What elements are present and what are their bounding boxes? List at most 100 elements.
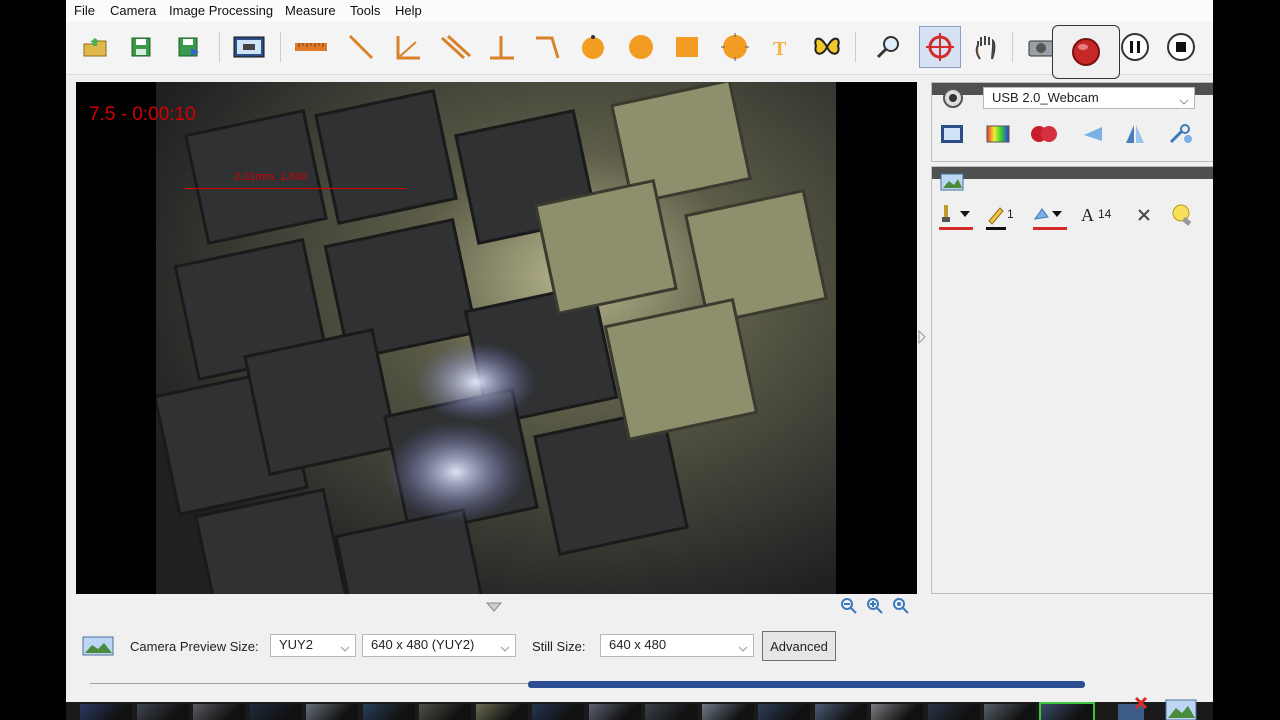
hand-pan-icon[interactable] [967,28,1005,66]
line-measure-icon[interactable] [342,28,380,66]
toolbar-separator [280,32,281,62]
thumbnail-image[interactable] [645,704,697,720]
picture-icon [940,173,964,196]
thumbnail-image[interactable] [419,704,471,720]
thumbnail-image[interactable] [701,704,754,720]
zoom-out-icon[interactable] [840,597,858,620]
toolbar-separator [1012,32,1013,62]
measurement-label: 2.01mm, 1.600 [234,171,308,183]
delete-thumbnail-icon[interactable] [1116,696,1150,720]
ruler-icon[interactable] [292,28,330,66]
thumbnail-strip [66,702,1213,720]
toolbar: T [66,22,1213,79]
resolution-select-value: 640 x 480 (YUY2) [371,637,475,652]
thumbnail-image[interactable] [927,704,980,720]
snapshot-view-icon[interactable] [230,28,268,66]
stop-button[interactable] [1162,28,1200,66]
zoom-fit-icon[interactable] [892,597,910,620]
panel-header [932,167,1213,179]
menu-measure[interactable]: Measure [285,3,336,18]
polyline-icon[interactable] [528,28,566,66]
thumbnail-image[interactable] [249,704,302,720]
thumbnail-image[interactable] [814,704,867,720]
save-icon[interactable] [122,28,160,66]
annotation-panel: 1 A 14 [931,166,1213,594]
timeline-progress [528,681,1085,688]
save-as-icon[interactable] [170,28,208,66]
fill-color-tool[interactable] [1032,203,1070,238]
color-spectrum-icon[interactable] [986,123,1010,150]
zoom-in-icon[interactable] [866,597,884,620]
image-settings-icon[interactable] [82,635,114,660]
polygon-icon[interactable] [716,28,754,66]
menu-help[interactable]: Help [395,3,422,18]
open-gallery-icon[interactable] [1164,696,1198,720]
rectangle-icon[interactable] [668,28,706,66]
svg-text:A: A [1081,205,1094,225]
thumbnail-image[interactable] [193,704,245,720]
camera-preview[interactable]: 7.5 - 0:00:10 2.01mm, 1.600 [76,82,917,594]
thumbnail-image[interactable] [1038,702,1095,720]
menu-bar: File Camera Image Processing Measure Too… [66,0,1213,22]
timestamp-overlay: 7.5 - 0:00:10 [89,104,196,125]
format-select[interactable]: YUY2 [270,634,356,657]
chevron-down-icon [500,640,510,655]
magnifier-icon[interactable] [870,28,908,66]
font-tool[interactable]: A 14 [1080,203,1111,232]
font-size-value: 14 [1098,207,1112,221]
thumbnail-image[interactable] [136,704,189,720]
thumbnail-image[interactable] [758,704,810,720]
collapse-down-arrow-icon[interactable] [485,599,503,617]
text-tool-icon[interactable]: T [762,28,800,66]
circle-icon[interactable] [622,28,660,66]
still-size-select-value: 640 x 480 [609,637,667,652]
format-select-value: YUY2 [279,637,313,652]
camera-settings-icon[interactable] [1168,123,1194,150]
flip-horizontal-icon[interactable] [1082,123,1104,150]
measurement-line[interactable] [184,188,406,189]
camera-preview-size-label: Camera Preview Size: [130,639,259,654]
thumbnail-image[interactable] [306,704,358,720]
chevron-down-icon [1179,93,1189,108]
open-folder-icon[interactable] [76,28,114,66]
chevron-down-icon [340,640,350,655]
thumbnail-image[interactable] [362,704,415,720]
pen-color-tool[interactable] [938,203,976,238]
menu-tools[interactable]: Tools [350,3,380,18]
camera-device-panel: USB 2.0_Webcam [931,82,1213,162]
webcam-image [76,82,917,594]
parallel-lines-icon[interactable] [436,28,474,66]
record-button[interactable] [1052,25,1120,79]
menu-image-processing[interactable]: Image Processing [169,3,273,18]
toolbar-separator [219,32,220,62]
thumbnail-image[interactable] [871,704,923,720]
lightbulb-icon[interactable] [1170,203,1194,234]
menu-camera[interactable]: Camera [110,3,156,18]
expand-right-arrow-icon[interactable] [918,329,926,349]
perpendicular-icon[interactable] [482,28,520,66]
thumbnail-image[interactable] [532,704,584,720]
color-balance-icon[interactable] [1029,123,1061,150]
flip-vertical-icon[interactable] [1124,123,1146,150]
device-select-value: USB 2.0_Webcam [992,90,1099,105]
toolbar-separator [855,32,856,62]
thumbnail-image[interactable] [80,704,132,720]
menu-file[interactable]: File [74,3,95,18]
delete-annotation-icon[interactable] [1136,207,1152,228]
thumbnail-image[interactable] [475,704,528,720]
webcam-icon [942,87,964,114]
thumbnail-image[interactable] [588,704,641,720]
image-adjust-icon[interactable] [940,123,964,150]
circle-three-point-icon[interactable] [574,28,612,66]
angle-measure-icon[interactable] [388,28,426,66]
device-select[interactable]: USB 2.0_Webcam [983,87,1195,109]
line-width-tool[interactable]: 1 [986,203,1018,238]
application-window: File Camera Image Processing Measure Too… [66,0,1213,720]
still-size-select[interactable]: 640 x 480 [600,634,754,657]
butterfly-icon[interactable] [808,28,846,66]
pause-button[interactable] [1116,28,1154,66]
advanced-button[interactable]: Advanced [762,631,836,661]
resolution-select[interactable]: 640 x 480 (YUY2) [362,634,516,657]
thumbnail-image[interactable] [984,704,1036,720]
crosshair-icon[interactable] [919,26,961,68]
